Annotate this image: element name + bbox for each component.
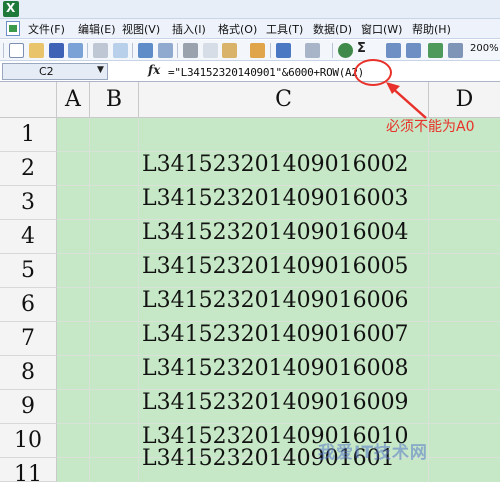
toolbar-separator [87, 43, 88, 58]
cut-icon[interactable] [183, 43, 198, 58]
hyperlink-icon[interactable] [338, 43, 353, 58]
select-all-corner[interactable] [0, 82, 57, 118]
name-box[interactable]: C2 ▼ [2, 63, 108, 80]
row-header-2[interactable]: 2 [0, 152, 57, 186]
autosum-icon[interactable]: Σ [357, 41, 366, 56]
new-icon[interactable] [9, 43, 24, 58]
format-painter-icon[interactable] [250, 43, 265, 58]
permission-icon[interactable] [68, 43, 83, 58]
print-icon[interactable] [93, 43, 108, 58]
zoom-box[interactable]: 200% [470, 43, 499, 54]
function-icon[interactable]: fx [148, 63, 160, 77]
document-icon [6, 21, 20, 36]
sort-descending-icon[interactable] [406, 43, 421, 58]
row-header-3[interactable]: 3 [0, 186, 57, 220]
toolbar-separator [177, 43, 178, 58]
menu-help[interactable]: 帮助(H) [412, 22, 451, 37]
row-header-7[interactable]: 7 [0, 322, 57, 356]
paste-icon[interactable] [222, 43, 237, 58]
menu-data[interactable]: 数据(D) [313, 22, 352, 37]
name-box-value: C2 [39, 65, 54, 78]
menu-window[interactable]: 窗口(W) [361, 22, 402, 37]
save-icon[interactable] [49, 43, 64, 58]
print-preview-icon[interactable] [113, 43, 128, 58]
row-header-1[interactable]: 1 [0, 118, 57, 152]
column-header-a[interactable]: A [57, 82, 90, 118]
annotation-note: 必须不能为A0 [386, 119, 475, 135]
menu-edit[interactable]: 编辑(E) [78, 22, 116, 37]
formula-input[interactable]: ="L34152320140901"&6000+ROW(A2) [168, 66, 364, 79]
drawing-icon[interactable] [448, 43, 463, 58]
cell-c9[interactable]: L341523201409016009 [142, 390, 409, 424]
standard-toolbar: Σ 200% [0, 40, 500, 61]
cell-c8[interactable]: L341523201409016008 [142, 356, 409, 390]
toolbar-grip [3, 43, 4, 58]
cell-c3[interactable]: L341523201409016003 [142, 186, 409, 220]
cell-c6[interactable]: L341523201409016006 [142, 288, 409, 322]
chevron-down-icon[interactable]: ▼ [97, 65, 104, 75]
menu-bar: 文件(F) 编辑(E) 视图(V) 插入(I) 格式(O) 工具(T) 数据(D… [0, 19, 500, 39]
excel-app-icon [3, 1, 19, 17]
toolbar-separator [270, 43, 271, 58]
row-header-4[interactable]: 4 [0, 220, 57, 254]
toolbar-separator [332, 43, 333, 58]
column-header-b[interactable]: B [90, 82, 139, 118]
redo-icon[interactable] [305, 43, 320, 58]
copy-icon[interactable] [203, 43, 218, 58]
menu-view[interactable]: 视图(V) [122, 22, 160, 37]
cell-c2[interactable]: L341523201409016002 [142, 152, 409, 186]
toolbar-separator [132, 43, 133, 58]
row-header-8[interactable]: 8 [0, 356, 57, 390]
menu-format[interactable]: 格式(O) [218, 22, 257, 37]
row-header-10[interactable]: 10 [0, 424, 57, 458]
chart-wizard-icon[interactable] [428, 43, 443, 58]
gridline [138, 118, 139, 482]
open-icon[interactable] [29, 43, 44, 58]
gridline [428, 118, 429, 482]
watermark: 我爱IT技术网 [318, 443, 428, 463]
row-header-11[interactable]: 11 [0, 458, 57, 487]
row-header-5[interactable]: 5 [0, 254, 57, 288]
gridline [89, 118, 90, 482]
research-icon[interactable] [158, 43, 173, 58]
cell-c4[interactable]: L341523201409016004 [142, 220, 409, 254]
undo-icon[interactable] [276, 43, 291, 58]
menu-tools[interactable]: 工具(T) [266, 22, 303, 37]
menu-file[interactable]: 文件(F) [28, 22, 65, 37]
sort-ascending-icon[interactable] [386, 43, 401, 58]
cell-c7[interactable]: L341523201409016007 [142, 322, 409, 356]
row-header-6[interactable]: 6 [0, 288, 57, 322]
menu-insert[interactable]: 插入(I) [172, 22, 206, 37]
title-strip [0, 0, 500, 19]
cell-c5[interactable]: L341523201409016005 [142, 254, 409, 288]
row-header-9[interactable]: 9 [0, 390, 57, 424]
spelling-icon[interactable] [138, 43, 153, 58]
